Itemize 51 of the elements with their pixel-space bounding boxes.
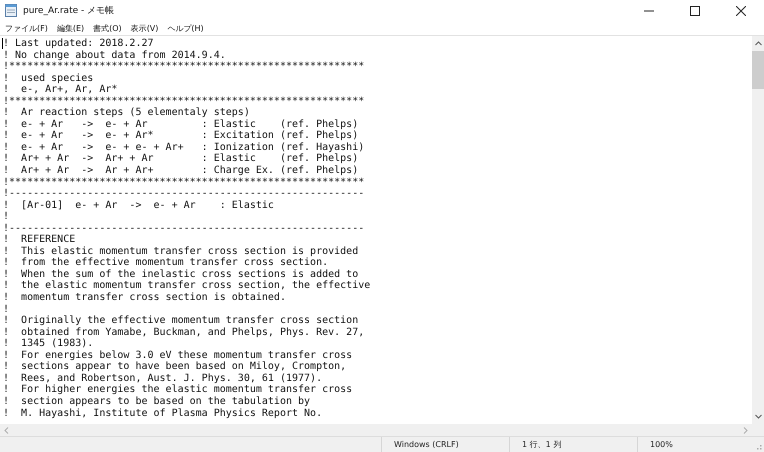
notepad-icon — [5, 4, 17, 17]
text-line: ! momentum transfer cross section is obtained. — [3, 292, 286, 304]
text-line: ! Ar+ + Ar -> Ar + Ar+ : Charge Ex. (ref. Phelps) — [3, 165, 358, 176]
menu-item[interactable]: ヘルプ(H) — [165, 22, 208, 34]
text-line: ! the elastic momentum transfer cross section, the effective — [3, 280, 370, 292]
text-line: ! [Ar-01] e- + Ar -> e- + Ar : Elastic — [3, 200, 274, 211]
text-line: !*********************************************************** — [3, 61, 364, 72]
line-ending-status: Windows (CRLF) — [394, 440, 459, 449]
text-line: ! — [3, 211, 10, 222]
scrollbar-thumb[interactable] — [752, 51, 764, 89]
text-line: ! Originally the effective momentum transfer cross section — [3, 315, 358, 326]
cursor-position-status: 1 行、1 列 — [522, 439, 562, 450]
text-line: ! e- + Ar -> e- + e- + Ar+ : Ionization (ref. Hayashi) — [3, 142, 364, 153]
text-line: ! e- + Ar -> e- + Ar* : Excitation (ref. Phelps) — [3, 130, 358, 142]
resize-grip-icon[interactable] — [756, 444, 762, 450]
text-line: ! No change about data from 2014.9.4. — [3, 50, 226, 61]
menu-item[interactable]: 編集(E) — [54, 22, 88, 34]
text-line: ! This elastic momentum transfer cross section is provided — [3, 246, 358, 257]
text-line: ! Ar+ + Ar -> Ar+ + Ar : Elastic (ref. Phelps) — [3, 153, 358, 164]
text-line: ! used species — [3, 72, 94, 84]
text-line: ! obtained from Yamabe, Buckman, and Phelps, Phys. Rev. 27, — [3, 326, 364, 338]
text-line: ! For higher energies the elastic momentum transfer cross — [3, 384, 352, 396]
text-line: ! 1345 (1983). — [3, 338, 94, 350]
text-line: !----------------------------------------------------------- — [3, 188, 364, 200]
text-line: ! e- + Ar -> e- + Ar : Elastic (ref. Phelps) — [3, 118, 358, 130]
text-line: ! For energies below 3.0 eV these momentum transfer cross — [3, 350, 352, 361]
text-line: ! M. Hayashi, Institute of Plasma Physics Report No. — [3, 408, 322, 418]
text-cursor — [2, 38, 3, 49]
menu-item[interactable]: 表示(V) — [128, 22, 162, 34]
text-line: ! sections appear to have been based on Miloy, Crompton, — [3, 361, 346, 372]
text-line: ! — [3, 304, 10, 315]
text-line: ! Ar reaction steps (5 elementaly steps) — [3, 107, 250, 118]
text-line: !*********************************************************** — [3, 176, 364, 188]
text-line: ! from the effective momentum transfer cross section. — [3, 257, 328, 268]
text-line: ! Last updated: 2018.2.27 — [3, 38, 154, 49]
text-line: ! e-, Ar+, Ar, Ar* — [3, 84, 118, 96]
text-line: !*********************************************************** — [3, 96, 364, 107]
text-line: ! Rees, and Robertson, Aust. J. Phys. 30, 61 (1977). — [3, 372, 322, 384]
text-line: ! When the sum of the inelastic cross sections is added to — [3, 268, 358, 280]
zoom-status: 100% — [650, 440, 673, 449]
text-line: ! section appears to be based on the tabulation by — [3, 396, 310, 407]
window-title: pure_Ar.rate - メモ帳 — [23, 4, 114, 17]
close-icon[interactable] — [736, 6, 746, 16]
scroll-up-icon[interactable] — [754, 41, 762, 46]
text-line: !----------------------------------------------------------- — [3, 222, 364, 234]
menu-item[interactable]: 書式(O) — [91, 22, 126, 34]
scroll-down-icon[interactable] — [754, 414, 762, 419]
maximize-icon[interactable] — [690, 6, 700, 16]
text-line: ! REFERENCE — [3, 234, 76, 246]
menu-item[interactable]: ファイル(F) — [3, 22, 52, 34]
vertical-scrollbar[interactable] — [752, 36, 764, 424]
